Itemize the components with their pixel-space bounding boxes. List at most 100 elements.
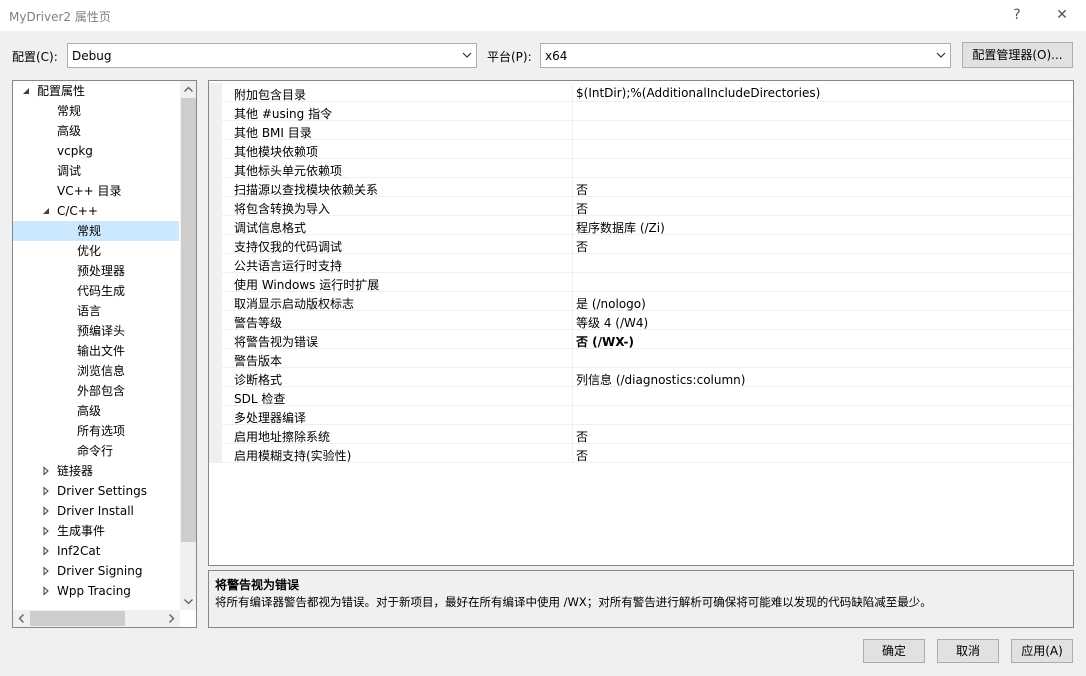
scroll-left-icon[interactable] (13, 610, 30, 627)
row-gutter (209, 254, 222, 273)
platform-label: 平台(P): (487, 50, 532, 64)
row-gutter (209, 425, 222, 444)
collapsed-triangle-icon[interactable] (41, 541, 51, 561)
collapsed-triangle-icon[interactable] (41, 461, 51, 481)
tree-item[interactable]: 语言 (13, 301, 179, 321)
platform-combo[interactable]: x64 (540, 43, 951, 68)
tree-item[interactable]: 输出文件 (13, 341, 179, 361)
tree-item[interactable]: 优化 (13, 241, 179, 261)
tree-hscroll-thumb[interactable] (30, 611, 125, 626)
property-row[interactable]: 其他 BMI 目录 (209, 121, 1073, 140)
tree-item[interactable]: 配置属性 (13, 81, 179, 101)
property-row[interactable]: 支持仅我的代码调试 否 (209, 235, 1073, 254)
property-name: SDL 检查 (234, 392, 286, 406)
property-name: 公共语言运行时支持 (234, 259, 343, 273)
tree-item[interactable]: Driver Signing (13, 561, 179, 581)
tree-item[interactable]: 生成事件 (13, 521, 179, 541)
property-row[interactable]: 将警告视为错误 否 (/WX-) (209, 330, 1073, 349)
row-gutter (209, 121, 222, 140)
property-name: 其他标头单元依赖项 (234, 164, 343, 178)
property-value[interactable]: $(IntDir);%(AdditionalIncludeDirectories… (576, 86, 820, 100)
property-value[interactable]: 否 (576, 428, 588, 445)
tree-item[interactable]: 外部包含 (13, 381, 179, 401)
property-row[interactable]: 附加包含目录 $(IntDir);%(AdditionalIncludeDirec… (209, 83, 1073, 102)
collapsed-triangle-icon[interactable] (41, 561, 51, 581)
property-value[interactable]: 等级 4 (/W4) (576, 314, 648, 331)
property-row[interactable]: 诊断格式 列信息 (/diagnostics:column) (209, 368, 1073, 387)
property-row[interactable]: 多处理器编译 (209, 406, 1073, 425)
help-button[interactable]: ? (1002, 4, 1032, 28)
tree-item[interactable]: 常规 (13, 101, 179, 121)
property-row[interactable]: 警告等级 等级 4 (/W4) (209, 311, 1073, 330)
tree-item-label: 优化 (77, 244, 102, 258)
property-value[interactable]: 否 (/WX-) (576, 333, 634, 350)
tree-item[interactable]: VC++ 目录 (13, 181, 179, 201)
scroll-down-icon[interactable] (180, 593, 197, 610)
tree-item[interactable]: vcpkg (13, 141, 179, 161)
tree-item[interactable]: 所有选项 (13, 421, 179, 441)
title-bar: MyDriver2 属性页 ? ✕ (0, 0, 1086, 32)
tree-item[interactable]: Inf2Cat (13, 541, 179, 561)
cancel-button[interactable]: 取消 (937, 639, 999, 663)
tree-vertical-scrollbar[interactable] (180, 81, 197, 610)
row-gutter (209, 368, 222, 387)
property-grid[interactable]: 附加包含目录 $(IntDir);%(AdditionalIncludeDirec… (208, 80, 1074, 566)
tree-item[interactable]: Driver Install (13, 501, 179, 521)
property-row[interactable]: 取消显示启动版权标志 是 (/nologo) (209, 292, 1073, 311)
expanded-triangle-icon[interactable] (21, 81, 31, 101)
collapsed-triangle-icon[interactable] (41, 581, 51, 601)
tree-item[interactable]: 高级 (13, 401, 179, 421)
property-row[interactable]: 将包含转换为导入 否 (209, 197, 1073, 216)
tree-item[interactable]: 预编译头 (13, 321, 179, 341)
apply-button[interactable]: 应用(A) (1011, 639, 1073, 663)
config-combo[interactable]: Debug (67, 43, 477, 68)
collapsed-triangle-icon[interactable] (41, 481, 51, 501)
property-value[interactable]: 列信息 (/diagnostics:column) (576, 371, 745, 388)
property-value[interactable]: 否 (576, 181, 588, 198)
property-value[interactable]: 否 (576, 200, 588, 217)
column-separator (572, 140, 573, 159)
property-row[interactable]: 启用地址擦除系统 否 (209, 425, 1073, 444)
tree-vscroll-thumb[interactable] (181, 98, 196, 542)
tree-item[interactable]: 常规 (13, 221, 179, 241)
property-row[interactable]: 调试信息格式 程序数据库 (/Zi) (209, 216, 1073, 235)
property-value[interactable]: 否 (576, 447, 588, 464)
tree-item[interactable]: 命令行 (13, 441, 179, 461)
property-row[interactable]: 使用 Windows 运行时扩展 (209, 273, 1073, 292)
collapsed-triangle-icon[interactable] (41, 501, 51, 521)
tree-item[interactable]: 调试 (13, 161, 179, 181)
tree-item[interactable]: 高级 (13, 121, 179, 141)
configuration-manager-button[interactable]: 配置管理器(O)... (962, 42, 1073, 68)
tree-item-label: 代码生成 (77, 284, 126, 298)
tree-item[interactable]: Wpp Tracing (13, 581, 179, 601)
tree-item[interactable]: 浏览信息 (13, 361, 179, 381)
tree-item[interactable]: 链接器 (13, 461, 179, 481)
tree-item[interactable]: 代码生成 (13, 281, 179, 301)
tree-horizontal-scrollbar[interactable] (13, 610, 180, 627)
property-value[interactable]: 否 (576, 238, 588, 255)
collapsed-triangle-icon[interactable] (41, 521, 51, 541)
property-row[interactable]: 其他标头单元依赖项 (209, 159, 1073, 178)
property-row[interactable]: 公共语言运行时支持 (209, 254, 1073, 273)
scroll-up-icon[interactable] (180, 81, 197, 98)
column-separator (572, 197, 573, 216)
property-row[interactable]: 扫描源以查找模块依赖关系 否 (209, 178, 1073, 197)
property-row[interactable]: 启用模糊支持(实验性) 否 (209, 444, 1073, 463)
property-row[interactable]: 其他 #using 指令 (209, 102, 1073, 121)
property-row[interactable]: 其他模块依赖项 (209, 140, 1073, 159)
ok-button[interactable]: 确定 (863, 639, 925, 663)
property-value[interactable]: 程序数据库 (/Zi) (576, 219, 665, 236)
property-row[interactable]: 警告版本 (209, 349, 1073, 368)
tree-item[interactable]: C/C++ (13, 201, 179, 221)
tree-item[interactable]: Driver Settings (13, 481, 179, 501)
property-name: 扫描源以查找模块依赖关系 (234, 183, 379, 197)
expanded-triangle-icon[interactable] (41, 201, 51, 221)
scroll-right-icon[interactable] (163, 610, 180, 627)
column-separator (572, 311, 573, 330)
property-tree[interactable]: 配置属性 常规 高级 vcpkg 调试 VC++ 目录 C/C++ 常规 优化 预处理器 代码生成语… (12, 80, 197, 628)
close-button[interactable]: ✕ (1047, 4, 1077, 28)
property-row[interactable]: SDL 检查 (209, 387, 1073, 406)
property-value[interactable]: 是 (/nologo) (576, 295, 646, 312)
row-gutter (209, 159, 222, 178)
tree-item[interactable]: 预处理器 (13, 261, 179, 281)
